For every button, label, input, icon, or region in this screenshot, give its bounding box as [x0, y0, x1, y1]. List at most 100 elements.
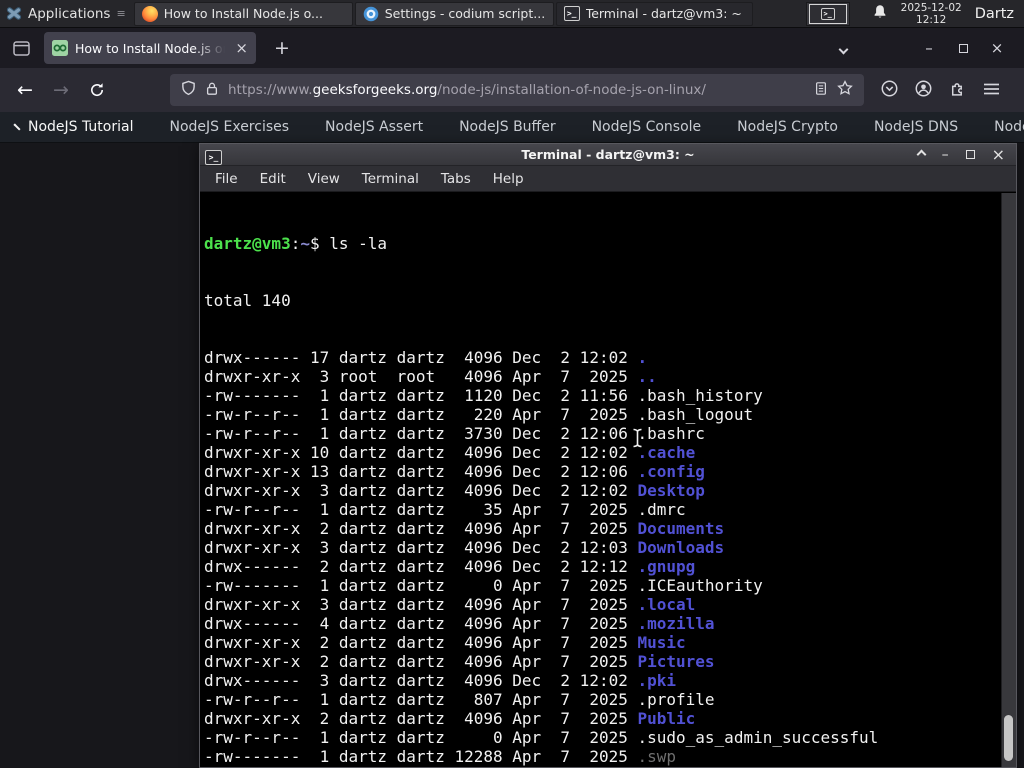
- account-icon[interactable]: [915, 80, 932, 101]
- url-bar[interactable]: https://www.geeksforgeeks.org/node-js/in…: [170, 74, 864, 106]
- terminal-icon: >_: [563, 6, 580, 22]
- nav-link-more[interactable]: Node: [994, 119, 1024, 135]
- toolbar-icons: [881, 80, 1000, 101]
- file-name: .bashrc: [637, 424, 705, 443]
- file-name: .profile: [637, 690, 715, 709]
- menu-file[interactable]: File: [204, 171, 249, 187]
- codium-icon: [363, 6, 379, 22]
- file-name: .: [637, 348, 648, 367]
- terminal-window: >_ Terminal - dartz@vm3: ~ – × File Edit…: [199, 143, 1017, 768]
- bookmark-star-icon[interactable]: [837, 80, 853, 100]
- menu-edit[interactable]: Edit: [249, 171, 297, 187]
- top-panel: Applications ≡ How to Install Node.js o.…: [0, 0, 1024, 28]
- new-tab-button[interactable]: +: [268, 34, 296, 62]
- tracking-protection-shield-icon[interactable]: [181, 80, 196, 100]
- minimize-button[interactable]: –: [942, 148, 949, 162]
- close-button[interactable]: ×: [980, 39, 1014, 57]
- file-name: .config: [637, 462, 705, 481]
- file-name: .cache: [637, 443, 696, 462]
- file-name: Desktop: [637, 481, 705, 500]
- terminal-listing-line: -rw-r--r-- 1 dartz dartz 0 Apr 7 2025 .s…: [204, 728, 879, 747]
- minimize-button[interactable]: –: [912, 39, 946, 57]
- task-label: How to Install Node.js o...: [163, 6, 323, 21]
- forward-button[interactable]: →: [46, 75, 76, 105]
- terminal-listing: drwx------ 17 dartz dartz 4096 Dec 2 12:…: [204, 348, 1001, 767]
- extensions-puzzle-icon[interactable]: [949, 80, 966, 101]
- file-name: .bash_history: [637, 386, 763, 405]
- nav-link-crypto[interactable]: NodeJS Crypto: [737, 119, 838, 135]
- prompt-user-host: dartz@vm3: [204, 234, 291, 253]
- scrollbar-thumb[interactable]: [1004, 715, 1013, 761]
- taskbar-item-terminal[interactable]: >_ Terminal - dartz@vm3: ~: [555, 1, 753, 26]
- firefox-view-icon[interactable]: [6, 33, 36, 63]
- taskbar-item-settings[interactable]: Settings - codium script...: [354, 1, 554, 26]
- terminal-listing-line: drwxr-xr-x 2 dartz dartz 4096 Apr 7 2025…: [204, 709, 696, 728]
- tab-close-icon[interactable]: ×: [235, 40, 248, 56]
- file-name: Documents: [637, 519, 725, 538]
- nav-scroll-left-icon[interactable]: [13, 123, 21, 131]
- lock-icon[interactable]: [205, 81, 219, 100]
- terminal-listing-line: drwx------ 2 dartz dartz 4096 Dec 2 12:1…: [204, 557, 696, 576]
- close-button[interactable]: ×: [992, 146, 1005, 163]
- file-name: Downloads: [637, 538, 725, 557]
- menu-hamburger-icon[interactable]: [983, 81, 1000, 100]
- terminal-listing-line: drwxr-xr-x 3 root root 4096 Apr 7 2025 .…: [204, 367, 657, 386]
- reload-icon[interactable]: [82, 75, 112, 105]
- browser-tab[interactable]: How to Install Node.js on ×: [44, 32, 256, 64]
- terminal-listing-line: drwxr-xr-x 3 dartz dartz 4096 Dec 2 12:0…: [204, 481, 705, 500]
- session-user[interactable]: Dartz: [975, 6, 1014, 22]
- terminal-listing-line: drwxr-xr-x 2 dartz dartz 4096 Apr 7 2025…: [204, 652, 715, 671]
- terminal-content: dartz@vm3:~$ ls -la total 140 drwx------…: [200, 193, 1001, 767]
- terminal-listing-line: drwxr-xr-x 2 dartz dartz 4096 Apr 7 2025…: [204, 519, 725, 538]
- nav-link-dns[interactable]: NodeJS DNS: [874, 119, 958, 135]
- terminal-listing-line: drwx------ 17 dartz dartz 4096 Dec 2 12:…: [204, 348, 648, 367]
- menu-lines-icon: ≡: [116, 7, 125, 20]
- xfce-logo-icon: [6, 6, 22, 22]
- maximize-button[interactable]: [946, 39, 980, 57]
- reader-view-icon[interactable]: [814, 81, 828, 100]
- file-name: .gnupg: [637, 557, 696, 576]
- taskbar-item-firefox[interactable]: How to Install Node.js o...: [133, 1, 353, 26]
- workspace-switcher[interactable]: >_: [805, 1, 850, 26]
- menu-view[interactable]: View: [297, 171, 351, 187]
- menu-help[interactable]: Help: [482, 171, 535, 187]
- task-label: Terminal - dartz@vm3: ~: [585, 6, 742, 21]
- terminal-listing-line: -rw-r--r-- 1 dartz dartz 3730 Dec 2 12:0…: [204, 424, 705, 443]
- menu-terminal[interactable]: Terminal: [351, 171, 430, 187]
- maximize-button[interactable]: [965, 150, 975, 159]
- nav-link-buffer[interactable]: NodeJS Buffer: [459, 119, 556, 135]
- terminal-title: Terminal - dartz@vm3: ~: [521, 147, 695, 162]
- terminal-menubar: File Edit View Terminal Tabs Help: [200, 166, 1016, 192]
- nav-link-assert[interactable]: NodeJS Assert: [325, 119, 423, 135]
- file-name: .dmrc: [637, 500, 686, 519]
- file-name: .swp: [637, 747, 677, 766]
- terminal-scrollbar[interactable]: [1001, 193, 1016, 767]
- applications-menu-button[interactable]: Applications ≡: [0, 0, 133, 28]
- firefox-tab-bar: How to Install Node.js on × + – ×: [0, 28, 1024, 68]
- nav-link-tutorial[interactable]: NodeJS Tutorial: [28, 119, 133, 135]
- firefox-toolbar: ← → https://www.geeksforgeeks.org/node-j…: [0, 68, 1024, 112]
- shade-button[interactable]: [916, 149, 927, 160]
- nav-link-exercises[interactable]: NodeJS Exercises: [169, 119, 289, 135]
- notification-bell-icon[interactable]: [872, 4, 888, 24]
- terminal-listing-line: drwxr-xr-x 13 dartz dartz 4096 Dec 2 12:…: [204, 462, 705, 481]
- nav-link-console[interactable]: NodeJS Console: [592, 119, 702, 135]
- file-name: Templates: [637, 766, 724, 767]
- terminal-icon: >_: [820, 7, 835, 20]
- file-name: Public: [637, 709, 696, 728]
- terminal-listing-line: drwx------ 3 dartz dartz 4096 Dec 2 12:0…: [204, 671, 677, 690]
- command-text: ls -la: [329, 234, 388, 253]
- back-button[interactable]: ←: [10, 75, 40, 105]
- terminal-listing-line: drwxr-xr-x 3 dartz dartz 4096 Apr 7 2025…: [204, 595, 696, 614]
- window-controls: – ×: [826, 39, 1024, 57]
- prompt-cwd: ~: [300, 234, 310, 253]
- terminal-listing-line: -rw-r--r-- 1 dartz dartz 35 Apr 7 2025 .…: [204, 500, 686, 519]
- firefox-icon: [141, 5, 158, 22]
- clock[interactable]: 2025-12-02 12:12: [901, 2, 962, 26]
- terminal-titlebar[interactable]: >_ Terminal - dartz@vm3: ~ – ×: [200, 144, 1016, 166]
- list-all-tabs-icon[interactable]: [826, 39, 860, 57]
- terminal-listing-line: drwx------ 4 dartz dartz 4096 Apr 7 2025…: [204, 614, 715, 633]
- pocket-icon[interactable]: [881, 80, 898, 101]
- file-name: Pictures: [637, 652, 715, 671]
- menu-tabs[interactable]: Tabs: [430, 171, 482, 187]
